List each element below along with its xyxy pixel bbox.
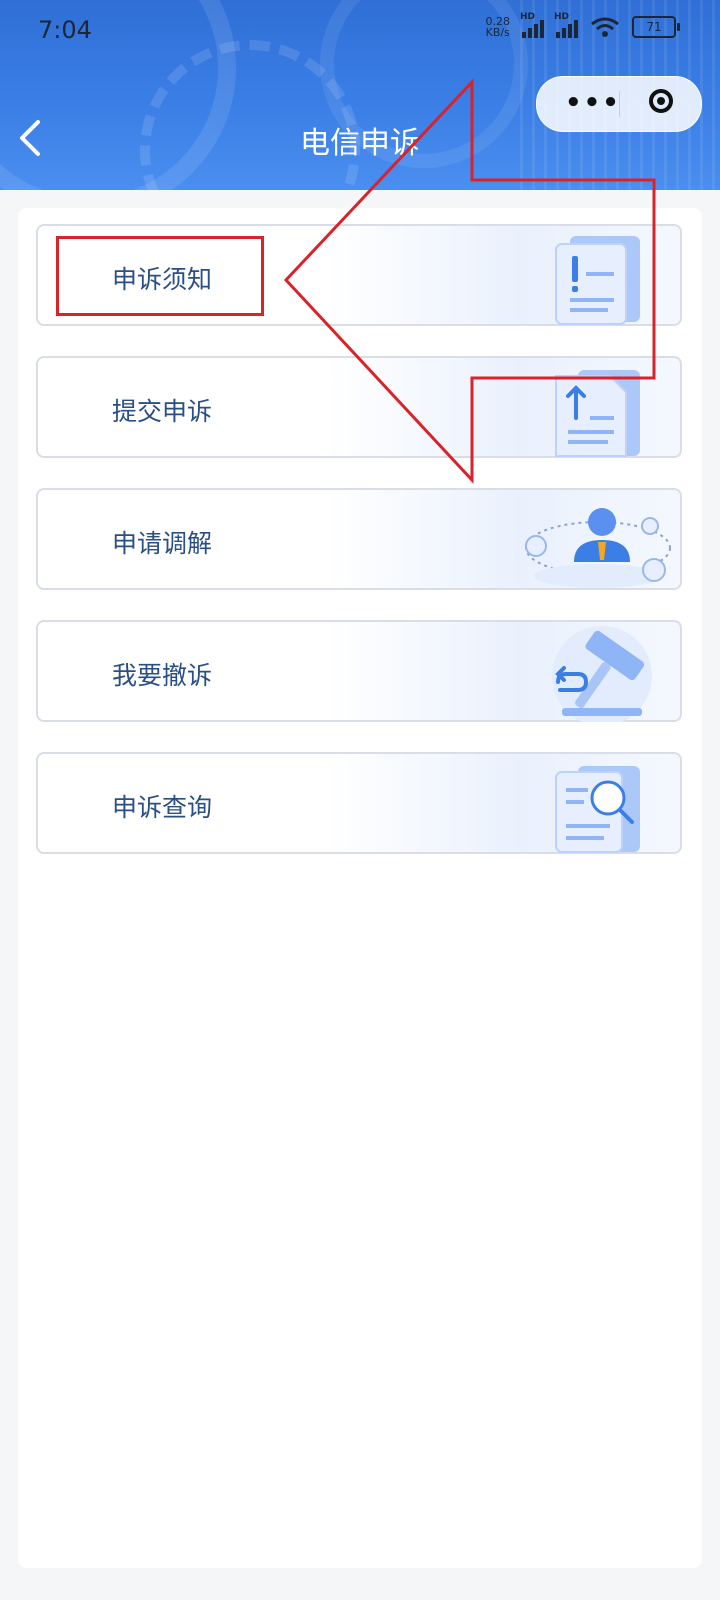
document-upload-icon [555, 370, 640, 457]
wifi-icon [591, 17, 619, 37]
menu-item-label: 申诉查询 [112, 793, 213, 822]
menu-item-submit-appeal[interactable]: 提交申诉 [36, 356, 682, 458]
capsule-divider [619, 91, 620, 117]
status-bar: 7:04 0.28 KB/s HD HD 71 [0, 0, 720, 60]
signal-hd-label: HD [554, 12, 570, 22]
menu-item-label: 提交申诉 [112, 397, 213, 426]
network-speed: 0.28 KB/s [486, 16, 511, 38]
status-time: 7:04 [38, 16, 92, 44]
target-circle-icon[interactable] [649, 89, 673, 113]
menu-item-apply-mediation[interactable]: 申请调解 [36, 488, 682, 590]
menu-item-label: 我要撤诉 [112, 661, 213, 690]
menu-item-label: 申请调解 [112, 529, 213, 558]
signal-icon: HD [554, 12, 578, 38]
gavel-undo-icon [552, 626, 652, 722]
more-dots-icon[interactable]: ••• [565, 90, 621, 116]
annotation-highlight-box [56, 236, 264, 316]
menu-item-withdraw-appeal[interactable]: 我要撤诉 [36, 620, 682, 722]
document-exclamation-icon [555, 236, 640, 325]
network-speed-unit: KB/s [485, 26, 510, 39]
document-search-icon [555, 766, 640, 853]
page-title: 电信申诉 [300, 126, 420, 161]
mediator-person-icon [525, 508, 671, 588]
battery-icon: 71 [632, 16, 680, 38]
signal-icon: HD [520, 12, 544, 38]
menu-item-appeal-query[interactable]: 申诉查询 [36, 752, 682, 854]
status-icons: 0.28 KB/s HD HD 71 [486, 12, 680, 38]
signal-hd-label: HD [520, 12, 536, 22]
